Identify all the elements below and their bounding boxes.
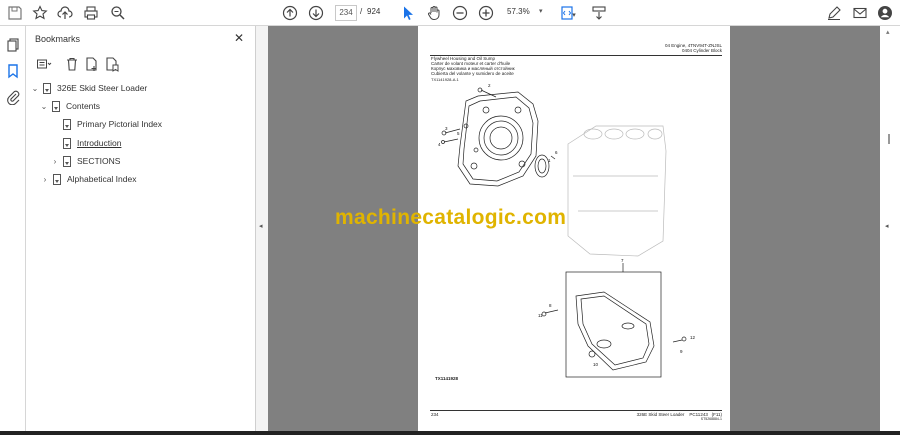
upload-icon[interactable]	[55, 3, 75, 23]
page-number-input[interactable]: 234	[335, 5, 357, 21]
print-icon[interactable]	[81, 3, 101, 23]
callout-5: 5	[457, 131, 460, 136]
bookmark-item-alphabetical-index[interactable]: › Alphabetical Index	[40, 172, 136, 186]
scroll-up-icon[interactable]: ▴	[886, 28, 890, 36]
panel-splitter[interactable]: ◂	[256, 26, 268, 435]
document-icon	[63, 155, 71, 167]
page-up-icon[interactable]	[280, 3, 300, 23]
star-icon[interactable]	[30, 3, 50, 23]
hand-icon[interactable]	[424, 3, 444, 23]
mail-icon[interactable]	[850, 3, 870, 23]
watermark: machinecatalogic.com	[335, 206, 567, 229]
taskbar-strip	[0, 431, 900, 435]
collapse-left-icon[interactable]: ◂	[259, 222, 263, 230]
vertical-scrollbar[interactable]: ▴ ◂	[880, 26, 900, 435]
document-page: 04 Engine, 4TNV94T-ZNJSL 0404 Cylinder B…	[418, 26, 730, 435]
save-icon[interactable]	[5, 3, 25, 23]
scroll-mode-icon[interactable]	[589, 3, 609, 23]
bookmark-label: 326E Skid Steer Loader	[57, 83, 148, 93]
figure-id: TX1141928	[435, 376, 459, 381]
callout-8: 8	[549, 303, 552, 308]
new-bookmark-icon[interactable]	[82, 54, 102, 74]
callout-4: 4	[438, 142, 441, 147]
callout-9: 9	[680, 349, 683, 354]
bookmark-item-root[interactable]: ⌄ 326E Skid Steer Loader	[30, 81, 147, 95]
total-pages: 924	[367, 7, 381, 16]
sign-icon[interactable]	[824, 3, 844, 23]
bookmarks-panel: Bookmarks ✕ ⌄ 326E Skid Steer Loader ⌄ C…	[26, 26, 256, 435]
document-icon	[43, 82, 51, 94]
callout-12: 12	[690, 335, 696, 340]
chevron-right-icon[interactable]: ›	[50, 157, 60, 166]
scroll-thumb[interactable]	[888, 134, 890, 144]
footer-page-number: 234	[431, 412, 439, 417]
zoom-dropdown-icon[interactable]: ▾	[539, 7, 543, 15]
callout-11: 11	[538, 313, 543, 318]
bookmark-item-primary-pictorial-index[interactable]: Primary Pictorial Index	[60, 117, 162, 131]
panel-title: Bookmarks	[35, 34, 81, 44]
bookmark-label: SECTIONS	[77, 156, 121, 166]
left-rail	[0, 26, 26, 435]
select-arrow-icon[interactable]	[398, 3, 418, 23]
zoom-out-icon[interactable]	[450, 3, 470, 23]
bookmark-label: Primary Pictorial Index	[77, 119, 163, 129]
close-icon[interactable]: ✕	[234, 31, 244, 45]
zoom-search-icon[interactable]	[108, 3, 128, 23]
tag-bookmark-icon[interactable]	[102, 54, 122, 74]
document-icon	[52, 100, 60, 112]
callout-3: 3	[445, 126, 448, 131]
collapse-right-icon[interactable]: ◂	[885, 222, 889, 230]
attachment-icon[interactable]	[3, 87, 23, 107]
zoom-in-icon[interactable]	[476, 3, 496, 23]
account-icon[interactable]	[875, 3, 895, 23]
callout-7: 7	[621, 258, 624, 263]
callout-1b: 1	[548, 158, 551, 163]
bookmark-icon[interactable]	[3, 61, 23, 81]
options-menu-icon[interactable]	[34, 54, 54, 74]
bookmark-item-introduction[interactable]: Introduction	[60, 136, 121, 150]
pages-icon[interactable]	[3, 35, 23, 55]
chevron-right-icon[interactable]: ›	[40, 175, 50, 184]
bookmark-item-contents[interactable]: ⌄ Contents	[39, 99, 100, 113]
delete-icon[interactable]	[62, 54, 82, 74]
callout-6: 6	[555, 150, 558, 155]
document-icon	[63, 118, 71, 130]
top-toolbar: 234 / 924 57.3% ▾ ▾	[0, 0, 900, 26]
bookmark-item-sections[interactable]: › SECTIONS	[50, 154, 120, 168]
fit-dropdown-icon[interactable]: ▾	[570, 5, 578, 25]
bookmark-label: Alphabetical Index	[67, 174, 137, 184]
document-icon	[53, 173, 61, 185]
page-down-icon[interactable]	[306, 3, 326, 23]
footer-rule	[430, 410, 722, 411]
bookmark-label: Contents	[66, 101, 101, 111]
chevron-down-icon[interactable]: ⌄	[39, 102, 49, 111]
bookmark-label: Introduction	[77, 138, 122, 148]
exploded-diagram: 2 3 4 5 6 1 7 11 8 9 12 10	[438, 83, 696, 378]
footer-code: ST5268884-1	[700, 417, 722, 421]
document-icon	[63, 137, 71, 149]
callout-1: 2	[488, 83, 491, 88]
page-separator: /	[360, 7, 363, 16]
chevron-down-icon[interactable]: ⌄	[30, 84, 40, 93]
zoom-level[interactable]: 57.3%	[507, 7, 530, 16]
callout-10: 10	[593, 362, 599, 367]
